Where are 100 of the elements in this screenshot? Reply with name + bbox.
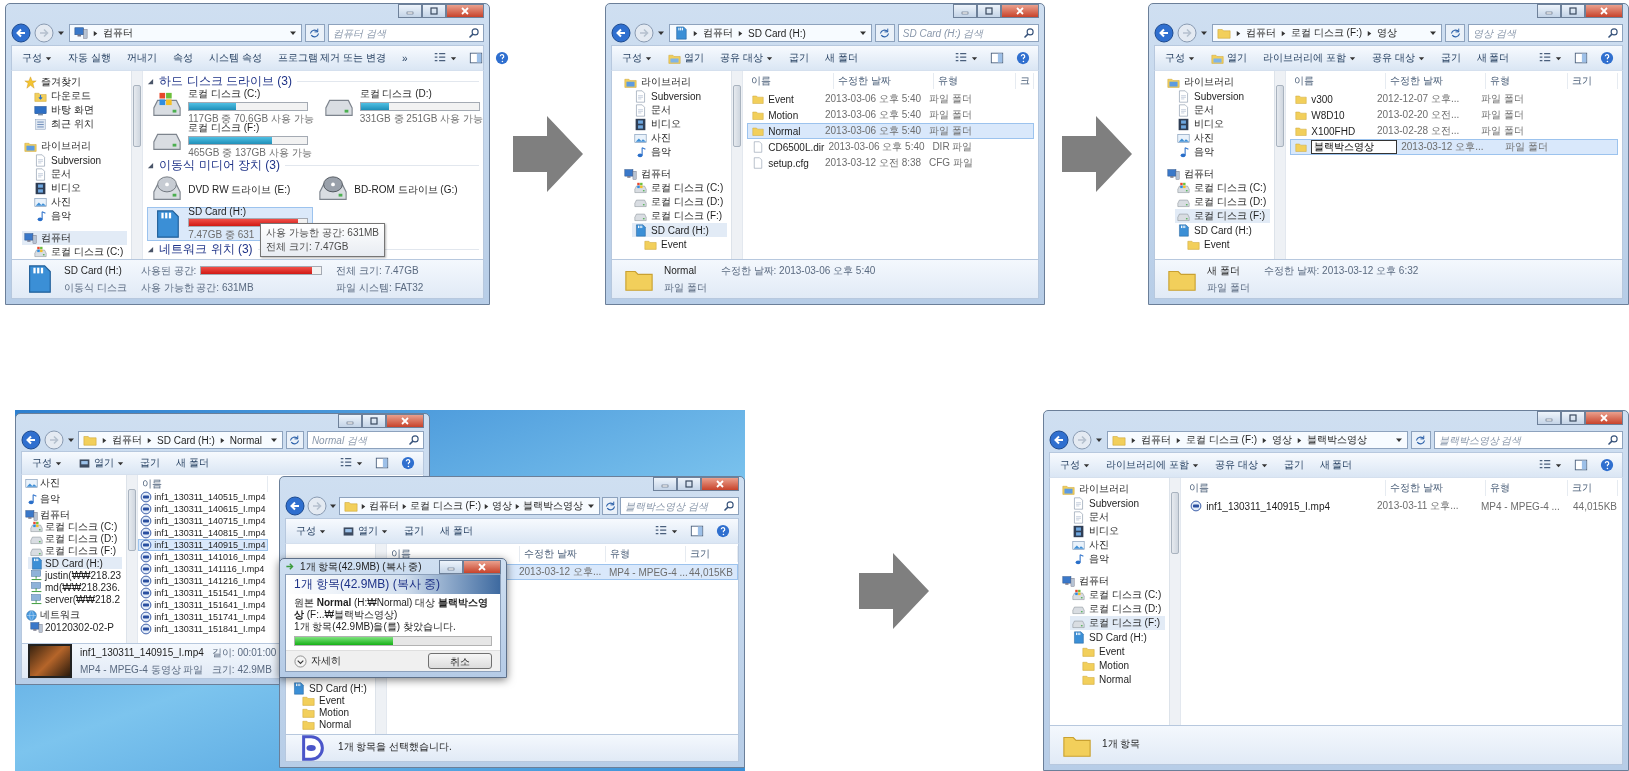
toolbar-button[interactable]: 프로그램 제거 또는 변경 <box>275 49 388 67</box>
search-field[interactable]: 영상 검색 <box>1468 24 1623 42</box>
search-field[interactable]: Normal 검색 <box>306 431 424 449</box>
breadcrumb[interactable]: 컴퓨터 <box>1141 433 1171 447</box>
nav-item[interactable]: Subversion <box>1070 496 1166 510</box>
nav-item[interactable]: 로컬 디스크 (C:) <box>632 181 728 195</box>
file-row[interactable]: inf1_130311_141116_I.mp4 <box>138 563 269 575</box>
toolbar-button[interactable]: 구성 <box>20 49 54 67</box>
nav-item[interactable]: 음악 <box>32 209 128 223</box>
nav-item[interactable]: SD Card (H:) <box>632 223 728 237</box>
address-bar[interactable]: 컴퓨터 <box>69 24 302 42</box>
breadcrumb[interactable]: SD Card (H:) <box>748 27 806 39</box>
toolbar-button[interactable]: 열기 <box>76 454 126 472</box>
drive-tile[interactable]: 로컬 디스크 (D:) 331GB 중 251GB 사용 가능 <box>318 89 483 123</box>
column-header[interactable]: 유형 <box>606 546 686 562</box>
nav-item[interactable]: 비디오 <box>632 117 728 131</box>
nav-item[interactable]: 즐겨찾기 <box>22 75 128 89</box>
toolbar-button[interactable]: 새 폴더 <box>438 522 475 540</box>
breadcrumb[interactable]: 블랙박스영상 <box>1307 433 1368 447</box>
nav-item[interactable]: Motion <box>1080 658 1166 672</box>
nav-item[interactable]: Normal <box>300 718 371 730</box>
breadcrumb[interactable]: Normal <box>229 434 263 446</box>
breadcrumb[interactable]: 블랙박스영상 <box>523 499 584 513</box>
toolbar-button[interactable]: 자동 실행 <box>66 49 113 67</box>
nav-item[interactable]: 음악 <box>1070 552 1166 566</box>
nav-item[interactable]: SD Card (H:) <box>290 682 371 694</box>
toolbar-button[interactable]: 구성 <box>1163 49 1197 67</box>
nav-item[interactable]: Event <box>642 237 728 251</box>
toolbar-button[interactable]: 새 폴더 <box>822 49 860 67</box>
file-row[interactable]: inf1_130311_141216_I.mp4 <box>138 575 269 587</box>
toolbar-button[interactable]: 라이브러리에 포함 <box>1261 49 1358 67</box>
group-header[interactable]: 하드 디스크 드라이브 (3) <box>159 72 292 90</box>
nav-item[interactable]: Normal <box>1080 672 1166 686</box>
nav-item[interactable]: SD Card (H:) <box>1175 223 1271 237</box>
toolbar-button[interactable]: 굽기 <box>138 454 162 472</box>
nav-item[interactable]: 음악 <box>1175 145 1271 159</box>
file-row[interactable]: W8D10 2013-02-20 오전... 파일 폴더 <box>1290 107 1618 123</box>
nav-item[interactable]: 네트워크 <box>23 609 123 621</box>
nav-item[interactable]: Motion <box>300 706 371 718</box>
nav-item[interactable]: 비디오 <box>1070 524 1166 538</box>
breadcrumb[interactable]: 로컬 디스크 (F:) <box>410 499 482 513</box>
breadcrumb[interactable]: 컴퓨터 <box>1246 26 1276 40</box>
file-row[interactable]: inf1_130311_151741_I.mp4 <box>138 611 269 623</box>
group-header[interactable]: 네트워크 위치 (3) <box>159 240 253 258</box>
nav-item[interactable]: 라이브러리 <box>1060 482 1166 496</box>
nav-item[interactable]: 최근 위치 <box>32 117 128 131</box>
cancel-button[interactable]: 취소 <box>428 653 492 669</box>
file-row[interactable]: 블랙박스영상 2013-03-12 오후... 파일 폴더 <box>1290 139 1618 155</box>
breadcrumb[interactable]: 영상 <box>1272 433 1293 447</box>
column-header[interactable]: 유형 <box>1486 480 1568 496</box>
nav-item[interactable]: 라이브러리 <box>622 75 728 89</box>
nav-item[interactable]: Event <box>1080 644 1166 658</box>
nav-item[interactable]: 사진 <box>632 131 728 145</box>
breadcrumb[interactable]: 영상 <box>492 499 513 513</box>
nav-item[interactable]: 비디오 <box>1175 117 1271 131</box>
breadcrumb[interactable]: SD Card (H:) <box>157 434 215 446</box>
toolbar-button[interactable]: 새 폴더 <box>1474 49 1512 67</box>
nav-item[interactable]: 로컬 디스크 (C:) <box>28 521 123 533</box>
toolbar-button[interactable]: 열기 <box>1209 49 1249 67</box>
nav-item[interactable]: 컴퓨터 <box>1060 574 1166 588</box>
file-row[interactable]: inf1_130311_151841_I.mp4 <box>138 623 269 635</box>
nav-item[interactable]: 컴퓨터 <box>23 509 123 521</box>
nav-item[interactable]: 컴퓨터 <box>22 231 128 245</box>
column-header[interactable]: 크기 <box>686 546 738 562</box>
file-row[interactable]: v300 2012-12-07 오후... 파일 폴더 <box>1290 91 1618 107</box>
toolbar-button[interactable]: 공유 대상 <box>1212 456 1270 474</box>
file-row[interactable]: inf1_130311_140515_I.mp4 <box>138 491 269 503</box>
column-header[interactable]: 유형 <box>934 73 1016 89</box>
column-header[interactable]: 수정한 날짜 <box>834 73 934 89</box>
breadcrumb[interactable]: 컴퓨터 <box>369 499 399 513</box>
nav-item[interactable]: SD Card (H:) <box>1070 630 1166 644</box>
toolbar-button[interactable]: 꺼내기 <box>124 49 159 67</box>
breadcrumb[interactable]: 컴퓨터 <box>103 26 133 40</box>
toolbar-button[interactable]: 굽기 <box>1281 456 1306 474</box>
drive-tile[interactable]: 로컬 디스크 (C:) 117GB 중 70.6GB 사용 가능 <box>147 89 319 123</box>
nav-item[interactable]: SD Card (H:) <box>28 557 123 569</box>
drive-tile[interactable]: 로컬 디스크 (F:) 465GB 중 137GB 사용 가능 <box>147 123 319 157</box>
nav-item[interactable]: Event <box>300 694 371 706</box>
nav-item[interactable]: 라이브러리 <box>1165 75 1271 89</box>
toolbar-button[interactable]: 구성 <box>1058 456 1092 474</box>
nav-item[interactable]: 사진 <box>32 195 128 209</box>
rename-field[interactable]: 블랙박스영상 <box>1311 140 1398 154</box>
toolbar-button[interactable]: 구성 <box>294 522 328 540</box>
breadcrumb[interactable]: 로컬 디스크 (F:) <box>1186 433 1258 447</box>
nav-item[interactable]: 컴퓨터 <box>1165 167 1271 181</box>
nav-item[interactable]: Subversion <box>632 89 728 103</box>
toolbar-button[interactable]: 공유 대상 <box>1369 49 1427 67</box>
nav-item[interactable]: 사진 <box>1070 538 1166 552</box>
file-row[interactable]: inf1_130311_140615_I.mp4 <box>138 503 269 515</box>
file-row[interactable]: inf1_130311_141016_I.mp4 <box>138 551 269 563</box>
nav-item[interactable]: 20120302-02-P <box>28 621 123 633</box>
address-bar[interactable]: 컴퓨터 로컬 디스크 (F:) 영상 <box>1212 24 1443 42</box>
toolbar-button[interactable]: 열기 <box>666 49 706 67</box>
nav-item[interactable]: 문서 <box>32 167 128 181</box>
nav-item[interactable]: 음악 <box>23 493 123 505</box>
nav-item[interactable]: 로컬 디스크 (D:) <box>1175 195 1271 209</box>
breadcrumb[interactable]: 컴퓨터 <box>112 433 142 447</box>
nav-item[interactable]: 사진 <box>23 477 123 489</box>
toolbar-button[interactable]: 새 폴더 <box>1317 456 1355 474</box>
toolbar-button[interactable]: 라이브러리에 포함 <box>1104 456 1201 474</box>
